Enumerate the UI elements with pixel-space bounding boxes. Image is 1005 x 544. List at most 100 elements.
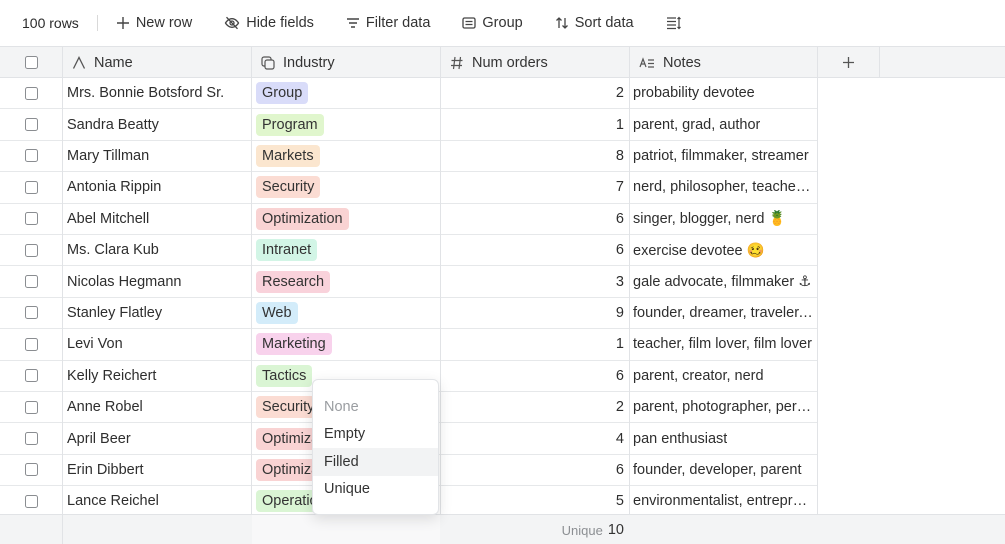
notes-cell[interactable]: teacher, film lover, film lover	[633, 329, 813, 359]
add-column-button[interactable]	[817, 47, 879, 78]
num-orders-cell[interactable]: 2	[440, 78, 624, 108]
table-row[interactable]: Nicolas Hegmann Research 3 gale advocate, f…	[0, 266, 817, 298]
filter-data-button[interactable]: Filter data	[346, 15, 430, 31]
num-orders-cell[interactable]: 2	[440, 392, 624, 422]
notes-cell[interactable]: patriot, filmmaker, streamer	[633, 141, 813, 171]
menu-item-unique[interactable]: Unique	[313, 476, 438, 504]
menu-item-empty[interactable]: Empty	[313, 421, 438, 449]
row-select-cell	[0, 329, 62, 359]
name-cell[interactable]: Stanley Flatley	[67, 298, 247, 328]
num-orders-cell[interactable]: 5	[440, 486, 624, 516]
industry-cell[interactable]: Security	[256, 172, 436, 202]
industry-cell[interactable]: Web	[256, 298, 436, 328]
num-orders-cell[interactable]: 8	[440, 141, 624, 171]
group-button[interactable]: Group	[462, 15, 523, 31]
notes-cell[interactable]: founder, developer, parent	[633, 455, 813, 485]
notes-cell[interactable]: singer, blogger, nerd 🍍	[633, 204, 813, 234]
row-checkbox[interactable]	[24, 149, 38, 163]
notes-cell[interactable]: exercise devotee 🥴	[633, 235, 813, 265]
new-row-button[interactable]: New row	[116, 15, 192, 31]
row-checkbox[interactable]	[24, 463, 38, 477]
industry-cell[interactable]: Optimization	[256, 204, 436, 234]
summary-footer: Unique 10	[0, 514, 1005, 544]
row-checkbox[interactable]	[24, 369, 38, 383]
num-orders-cell[interactable]: 6	[440, 235, 624, 265]
num-orders-cell[interactable]: 1	[440, 329, 624, 359]
row-checkbox[interactable]	[24, 86, 38, 100]
name-cell[interactable]: Levi Von	[67, 329, 247, 359]
row-select-cell	[0, 266, 62, 296]
num-orders-cell[interactable]: 6	[440, 204, 624, 234]
column-header-name[interactable]: Name	[62, 47, 251, 78]
notes-cell[interactable]: parent, photographer, person	[633, 392, 813, 422]
menu-item-filled[interactable]: Filled	[313, 448, 438, 476]
notes-cell[interactable]: parent, grad, author	[633, 109, 813, 139]
row-checkbox[interactable]	[24, 275, 38, 289]
notes-cell[interactable]: parent, creator, nerd	[633, 361, 813, 391]
table-row[interactable]: Antonia Rippin Security 7 nerd, philosopher…	[0, 172, 817, 204]
sort-data-button[interactable]: Sort data	[555, 15, 634, 31]
num-orders-cell[interactable]: 6	[440, 455, 624, 485]
hide-fields-button[interactable]: Hide fields	[224, 15, 314, 31]
name-cell[interactable]: Sandra Beatty	[67, 109, 247, 139]
num-orders-cell[interactable]: 9	[440, 298, 624, 328]
row-checkbox[interactable]	[24, 243, 38, 257]
row-checkbox[interactable]	[24, 432, 38, 446]
row-checkbox[interactable]	[24, 306, 38, 320]
name-cell[interactable]: Mary Tillman	[67, 141, 247, 171]
notes-cell[interactable]: probability devotee	[633, 78, 813, 108]
name-cell[interactable]: Antonia Rippin	[67, 172, 247, 202]
menu-item-none[interactable]: None	[313, 393, 438, 421]
industry-cell[interactable]: Markets	[256, 141, 436, 171]
column-header-notes[interactable]: Notes	[629, 47, 817, 78]
row-checkbox[interactable]	[24, 400, 38, 414]
num-orders-cell[interactable]: 1	[440, 109, 624, 139]
table-row[interactable]: Levi Von Marketing 1 teacher, film lover, f…	[0, 329, 817, 361]
name-cell[interactable]: Abel Mitchell	[67, 204, 247, 234]
table-row[interactable]: Mary Tillman Markets 8 patriot, filmmaker, …	[0, 140, 817, 173]
column-divider	[62, 46, 63, 544]
row-checkbox[interactable]	[24, 118, 38, 132]
row-checkbox[interactable]	[24, 212, 38, 226]
table-row[interactable]: Abel Mitchell Optimization 6 singer, blogge…	[0, 203, 817, 235]
summary-cell-industry[interactable]	[252, 515, 440, 544]
notes-text: parent, grad, author	[633, 116, 761, 133]
row-checkbox[interactable]	[24, 494, 38, 508]
column-header-industry[interactable]: Industry	[251, 47, 440, 78]
name-cell[interactable]: Ms. Clara Kub	[67, 235, 247, 265]
table-row[interactable]: Sandra Beatty Program 1 parent, grad, autho…	[0, 109, 817, 141]
table-row[interactable]: Ms. Clara Kub Intranet 6 exercise devotee 🥴	[0, 235, 817, 267]
industry-cell[interactable]: Intranet	[256, 235, 436, 265]
summary-cell-num-orders[interactable]: Unique 10	[440, 515, 624, 544]
name-cell[interactable]: Nicolas Hegmann	[67, 266, 247, 296]
table-row[interactable]: Mrs. Bonnie Botsford Sr. Group 2 probabilit…	[0, 78, 817, 110]
num-orders-cell[interactable]: 6	[440, 361, 624, 391]
name-cell[interactable]: Lance Reichel	[67, 486, 247, 516]
name-cell[interactable]: Kelly Reichert	[67, 361, 247, 391]
industry-cell[interactable]: Group	[256, 78, 436, 108]
name-cell[interactable]: Anne Robel	[67, 392, 247, 422]
num-orders-cell[interactable]: 3	[440, 266, 624, 296]
table-row[interactable]: Stanley Flatley Web 9 founder, dreamer, tra…	[0, 297, 817, 330]
row-select-cell	[0, 78, 62, 108]
num-orders-cell[interactable]: 4	[440, 423, 624, 453]
row-select-cell	[0, 109, 62, 139]
name-cell[interactable]: Mrs. Bonnie Botsford Sr.	[67, 78, 247, 108]
industry-cell[interactable]: Program	[256, 109, 436, 139]
row-height-button[interactable]	[666, 16, 682, 30]
name-cell[interactable]: April Beer	[67, 423, 247, 453]
industry-cell[interactable]: Marketing	[256, 329, 436, 359]
row-checkbox[interactable]	[24, 180, 38, 194]
notes-cell[interactable]: nerd, philosopher, teacher, inventor	[633, 172, 813, 202]
name-cell[interactable]: Erin Dibbert	[67, 455, 247, 485]
select-all-checkbox[interactable]	[24, 56, 38, 69]
notes-cell[interactable]: pan enthusiast	[633, 423, 813, 453]
notes-cell[interactable]: gale advocate, filmmaker ⚓	[633, 266, 813, 296]
notes-cell[interactable]: founder, dreamer, traveler, artist	[633, 298, 813, 328]
notes-cell[interactable]: environmentalist, entrepreneur	[633, 486, 813, 516]
column-header-num-orders[interactable]: Num orders	[440, 47, 629, 78]
row-select-cell	[0, 486, 62, 516]
row-checkbox[interactable]	[24, 337, 38, 351]
industry-cell[interactable]: Research	[256, 266, 436, 296]
num-orders-cell[interactable]: 7	[440, 172, 624, 202]
